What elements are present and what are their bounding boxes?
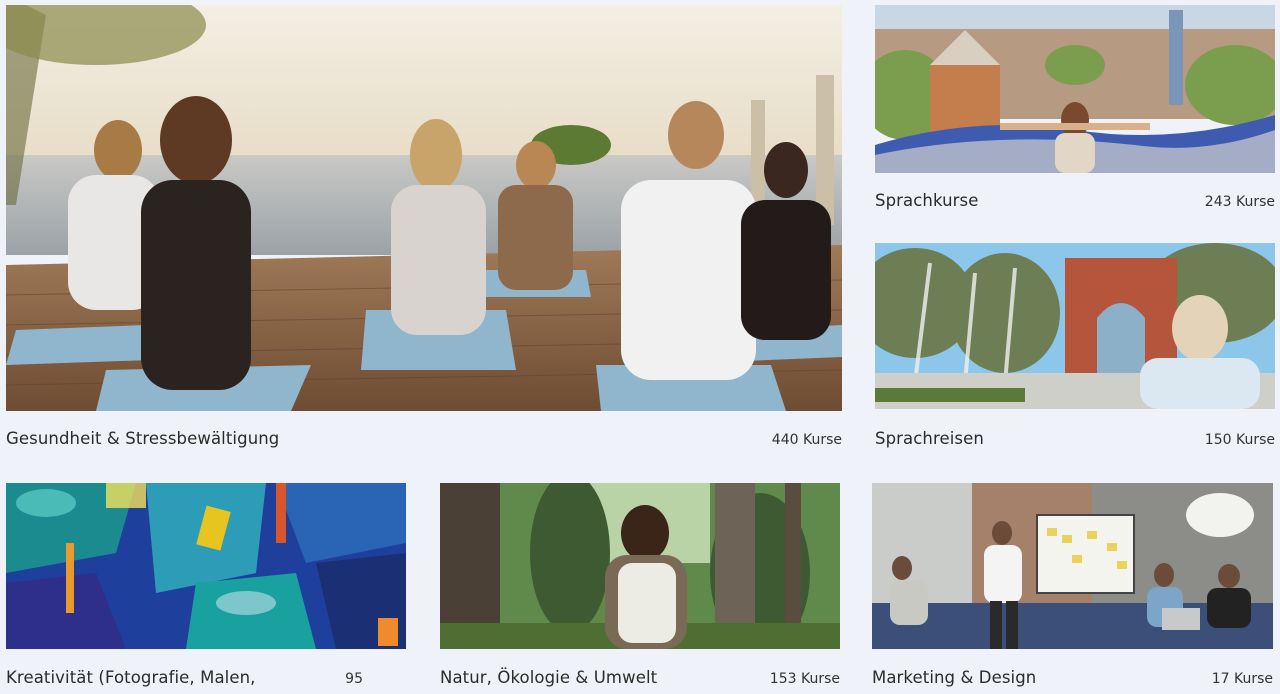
- category-image-abstract-painting[interactable]: [6, 483, 406, 649]
- category-card-sprachkurse[interactable]: Sprachkurse 243 Kurse: [875, 5, 1275, 215]
- category-title: Natur, Ökologie & Umwelt: [440, 668, 658, 687]
- category-card-kreativitaet[interactable]: Kreativität (Fotografie, Malen, 95: [6, 483, 406, 694]
- category-image-office-meeting[interactable]: [872, 483, 1273, 649]
- course-count: 440 Kurse: [771, 432, 842, 448]
- category-image-park-guell[interactable]: [875, 5, 1275, 173]
- category-title: Marketing & Design: [872, 668, 1037, 687]
- category-card-sprachreisen[interactable]: Sprachreisen 150 Kurse: [875, 243, 1275, 453]
- category-title: Gesundheit & Stressbewältigung: [6, 429, 280, 448]
- course-count: 243 Kurse: [1204, 194, 1275, 210]
- course-count: 95: [345, 671, 363, 687]
- category-image-arc-de-triomf[interactable]: [875, 243, 1275, 409]
- category-card-gesundheit[interactable]: Gesundheit & Stressbewältigung 440 Kurse: [6, 5, 842, 455]
- category-card-natur[interactable]: Natur, Ökologie & Umwelt 153 Kurse: [440, 483, 840, 694]
- category-title: Sprachkurse: [875, 191, 979, 210]
- category-title: Sprachreisen: [875, 429, 984, 448]
- course-count: 153 Kurse: [769, 671, 840, 687]
- category-image-yoga[interactable]: [6, 5, 842, 411]
- category-image-forest-hiker[interactable]: [440, 483, 840, 649]
- course-count: 17 Kurse: [1211, 671, 1273, 687]
- course-count: 150 Kurse: [1204, 432, 1275, 448]
- category-card-marketing[interactable]: Marketing & Design 17 Kurse: [872, 483, 1273, 694]
- category-title: Kreativität (Fotografie, Malen,: [6, 668, 256, 687]
